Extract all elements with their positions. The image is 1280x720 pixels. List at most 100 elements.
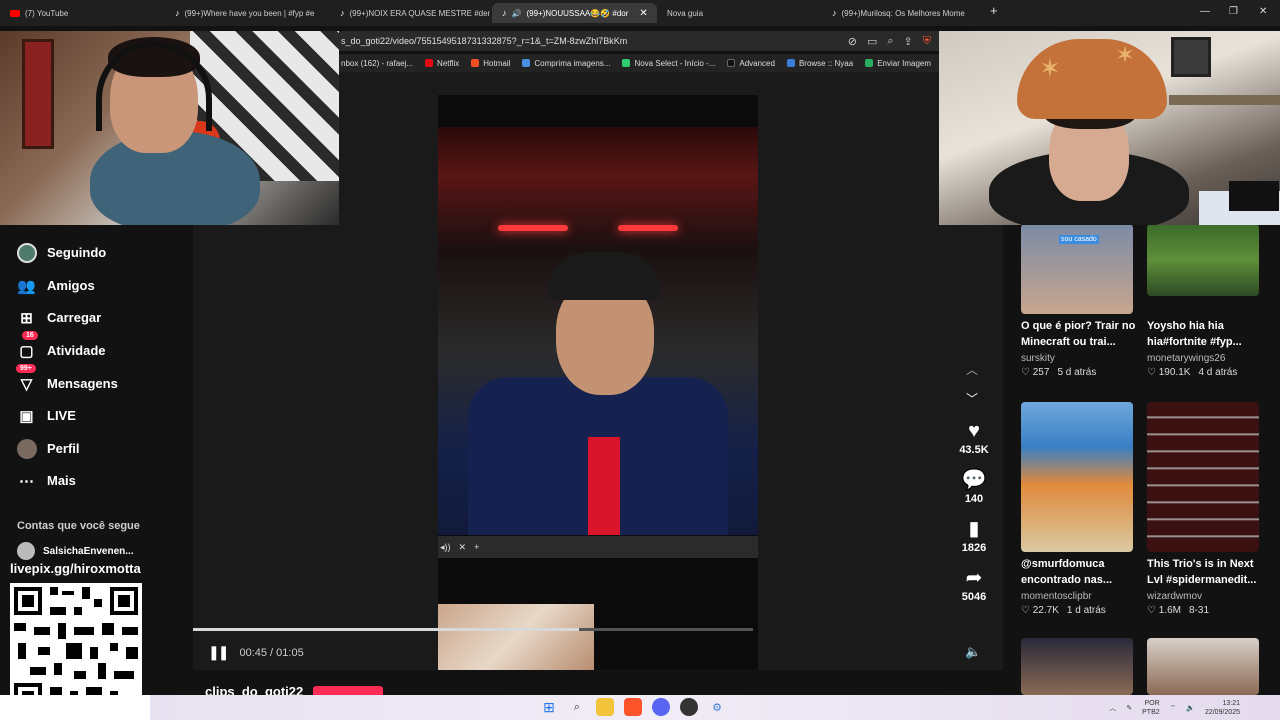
tab-tiktok-1[interactable]: ♪ (99+)Where have you been | #fyp #e	[165, 3, 330, 23]
wall-frame	[1171, 37, 1211, 77]
webcam-left	[0, 31, 339, 225]
bookmark-nyaa[interactable]: Browse :: Nyaa	[786, 58, 854, 68]
thumbnail-caption: sou casado	[1059, 235, 1099, 244]
suggested-video[interactable]: @smurfdomuca encontrado nas... momentosc…	[1021, 402, 1133, 616]
tab-tiktok-active[interactable]: ♪ 🔊 (99+)NOUUSSAA😂🤣 #dor ✕	[492, 3, 657, 23]
close-icon: ✕	[458, 541, 467, 552]
pause-icon[interactable]: ❚❚	[208, 644, 230, 661]
sidebar-item-live[interactable]: ▣ LIVE	[16, 405, 76, 426]
sidebar-item-perfil[interactable]: Perfil	[16, 438, 80, 459]
suggested-video[interactable]	[1021, 638, 1133, 695]
tab-youtube[interactable]: (7) YouTube	[0, 3, 165, 23]
following-avatar-icon	[16, 242, 37, 263]
comment-icon: 💬	[961, 469, 987, 491]
save-action[interactable]: ▮ 1826	[955, 518, 993, 554]
tab-label: (99+)Where have you been | #fyp #e	[184, 8, 315, 18]
address-bar[interactable]: s_do_goti22/video/7551549518731332875?_r…	[339, 31, 939, 51]
sidebar-item-mais[interactable]: ⋯ Mais	[16, 470, 76, 491]
bookmark-hotmail[interactable]: Hotmail	[471, 59, 510, 68]
bookmark-label: Advanced	[739, 58, 775, 68]
share-icon[interactable]: ⇪	[904, 35, 913, 48]
wifi-icon[interactable]: ⌔	[1170, 704, 1177, 713]
tiktok-icon: ♪	[502, 8, 507, 18]
sidebar-item-label: Perfil	[47, 441, 80, 456]
video-author[interactable]: monetarywings26	[1147, 353, 1259, 364]
folder-icon[interactable]	[596, 698, 614, 716]
system-tray: ︿ ✎ POR PTB2 ⌔ 🔈 13:21 22/09/2025	[1109, 699, 1240, 717]
suggested-video[interactable]	[1147, 638, 1259, 695]
bookmark-comprima[interactable]: Comprima imagens...	[522, 59, 610, 68]
tab-tiktok-2[interactable]: ♪ (99+)NOIX ERA QUASE MESTRE #der	[330, 3, 490, 23]
video-title: O que é pior? Trair no Minecraft ou trai…	[1021, 320, 1136, 348]
settings-icon[interactable]: ⚙	[708, 698, 726, 716]
volume-icon[interactable]: 🔈	[1186, 704, 1195, 712]
browser-tab-strip: (7) YouTube ♪ (99+)Where have you been |…	[0, 0, 1280, 26]
suggested-video[interactable]: Yoysho hia hia hia#fortnite #fyp... mone…	[1147, 224, 1259, 378]
brave-shield-icon[interactable]: ⛨	[923, 35, 931, 48]
address-bar-icons: ⊘ ▭ ⌕ ⇪ ⛨	[848, 35, 931, 48]
sidebar-item-mensagens[interactable]: ▽ 99+ Mensagens	[16, 364, 118, 394]
video-title: Yoysho hia hia hia#fortnite #fyp...	[1147, 320, 1242, 348]
no-image-icon[interactable]: ⊘	[848, 35, 857, 48]
pen-icon[interactable]: ✎	[1126, 704, 1132, 712]
tab-label: (99+)NOUUSSAA😂🤣 #dor	[526, 8, 629, 18]
sidebar-item-atividade[interactable]: ▢ 16 Atividade	[16, 331, 106, 361]
heart-outline-icon: ♡	[1147, 605, 1156, 616]
minimize-icon[interactable]: —	[1200, 6, 1210, 17]
previous-video-icon[interactable]: ︿	[966, 361, 978, 378]
activity-icon: ▢ 16	[16, 331, 38, 361]
obs-icon[interactable]	[680, 698, 698, 716]
bookmark-label: Browse :: Nyaa	[798, 58, 854, 68]
followed-account[interactable]: SalsichaEnvenen...	[17, 542, 134, 560]
embedded-tab-bar: ◂)) ✕ +	[438, 536, 758, 558]
suggested-video[interactable]: sou casado O que é pior? Trair no Minecr…	[1021, 224, 1135, 378]
sidebar-item-label: Atividade	[47, 343, 106, 358]
search-icon[interactable]: ⌕	[568, 698, 586, 716]
bookmark-label: Netflix	[437, 58, 460, 68]
video-author[interactable]: wizardwmov	[1147, 591, 1259, 602]
heart-outline-icon: ♡	[1021, 367, 1030, 378]
cast-icon[interactable]: ▭	[867, 35, 877, 48]
language-indicator[interactable]: POR PTB2	[1142, 699, 1160, 717]
video-player[interactable]	[438, 127, 758, 535]
tiktok-icon: ♪	[340, 8, 345, 18]
suggested-video[interactable]: This Trio's is in Next Lvl #spidermanedi…	[1147, 402, 1259, 616]
tab-tiktok-3[interactable]: ♪ (99+)Murilosq: Os Melhores Mome	[822, 3, 982, 23]
video-author[interactable]: momentosclipbr	[1021, 591, 1133, 602]
windows-start-icon[interactable]: ⊞	[540, 698, 558, 716]
next-video-icon[interactable]: ﹀	[966, 390, 978, 407]
comment-action[interactable]: 💬 140	[955, 469, 993, 505]
close-tab-icon[interactable]: ✕	[639, 8, 647, 19]
chevron-up-icon[interactable]: ︿	[1109, 703, 1116, 713]
tab-new[interactable]: Nova guia	[657, 3, 822, 23]
bookmark-nova-select[interactable]: Nova Select - Início -...	[622, 59, 715, 68]
sidebar-item-label: Mensagens	[47, 376, 118, 391]
heart-outline-icon: ♡	[1021, 605, 1030, 616]
live-icon: ▣	[19, 407, 34, 425]
progress-bar[interactable]	[193, 628, 753, 631]
volume-icon[interactable]: 🔈	[965, 644, 981, 660]
language-code: POR	[1144, 700, 1160, 707]
new-tab-button[interactable]: +	[990, 3, 998, 18]
bookmark-advanced[interactable]: Advanced	[727, 59, 775, 68]
bookmark-icon: ▮	[968, 518, 980, 540]
zoom-icon[interactable]: ⌕	[887, 35, 893, 48]
video-title: This Trio's is in Next Lvl #spidermanedi…	[1147, 558, 1257, 586]
restore-icon[interactable]: ❐	[1229, 6, 1238, 17]
bookmark-inbox[interactable]: nbox (162) - rafaej...	[341, 59, 413, 68]
discord-icon[interactable]	[652, 698, 670, 716]
sidebar-item-carregar[interactable]: ⊞ Carregar	[16, 307, 101, 328]
sidebar-item-seguindo[interactable]: Seguindo	[16, 242, 106, 263]
bookmark-netflix[interactable]: Netflix	[425, 59, 459, 68]
like-action[interactable]: ♥ 43.5K	[955, 420, 993, 456]
clock[interactable]: 13:21 22/09/2025	[1205, 699, 1240, 717]
player-controls: ❚❚ 00:45 / 01:05	[208, 644, 304, 661]
share-action[interactable]: ➦ 5046	[955, 567, 993, 603]
close-window-icon[interactable]: ✕	[1259, 6, 1267, 17]
sidebar-item-amigos[interactable]: 👥 Amigos	[16, 275, 95, 296]
time-display: 00:45 / 01:05	[239, 646, 304, 659]
video-author[interactable]: surskity	[1021, 353, 1133, 364]
brave-icon[interactable]	[624, 698, 642, 716]
bookmark-enviar-imagem[interactable]: Enviar Imagem	[865, 59, 931, 68]
wall-poster	[22, 39, 54, 149]
